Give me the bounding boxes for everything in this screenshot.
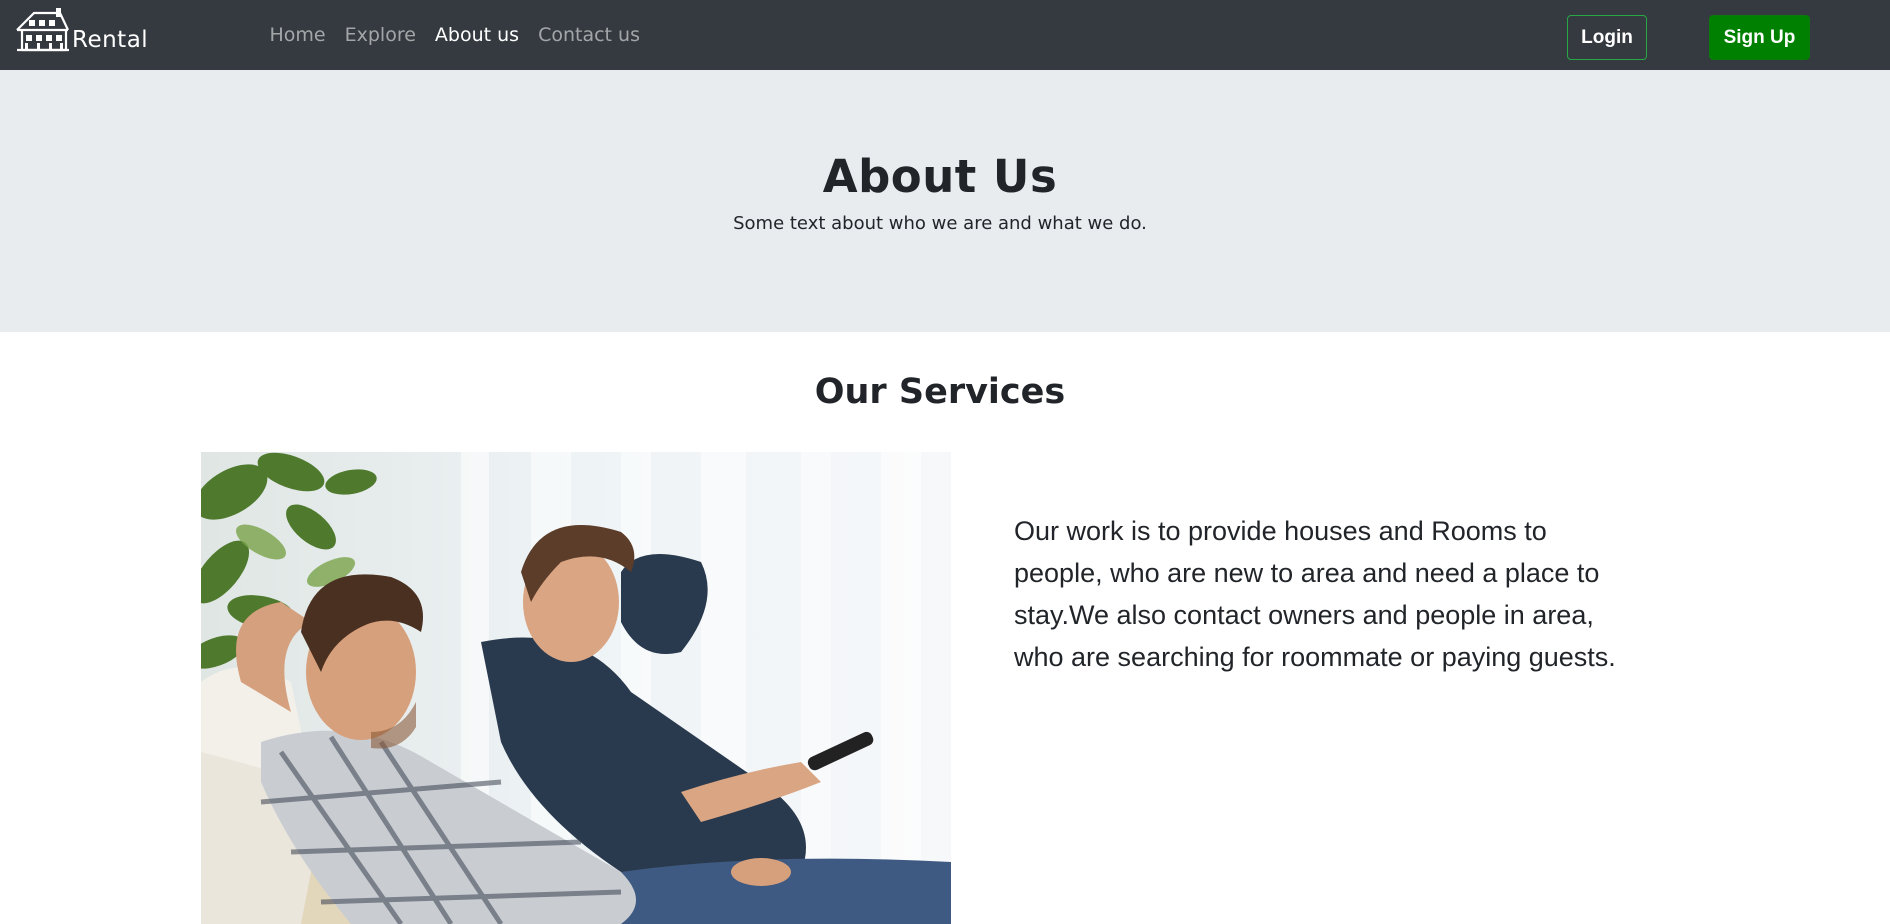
nav-home-link[interactable]: Home (260, 24, 335, 46)
brand-name: Rental (72, 27, 149, 53)
services-description: Our work is to provide houses and Rooms … (1014, 516, 1616, 672)
top-navbar: Rental Home Explore About us Contact us … (0, 0, 1890, 70)
login-button[interactable]: Login (1567, 15, 1647, 60)
main-nav: Home Explore About us Contact us (260, 0, 649, 70)
two-men-relaxing-on-couch-photo (201, 452, 951, 924)
nav-about-link[interactable]: About us (425, 24, 528, 46)
services-photo (201, 452, 951, 924)
house-logo-icon (16, 8, 69, 52)
page-subtitle: Some text about who we are and what we d… (733, 213, 1147, 234)
nav-explore-link[interactable]: Explore (335, 24, 425, 46)
signup-button[interactable]: Sign Up (1709, 15, 1810, 60)
page-title: About Us (822, 150, 1058, 203)
brand[interactable]: Rental (16, 8, 148, 54)
about-hero: About Us Some text about who we are and … (0, 70, 1890, 332)
nav-contact-link[interactable]: Contact us (529, 24, 650, 46)
services-heading: Our Services (814, 372, 1066, 412)
